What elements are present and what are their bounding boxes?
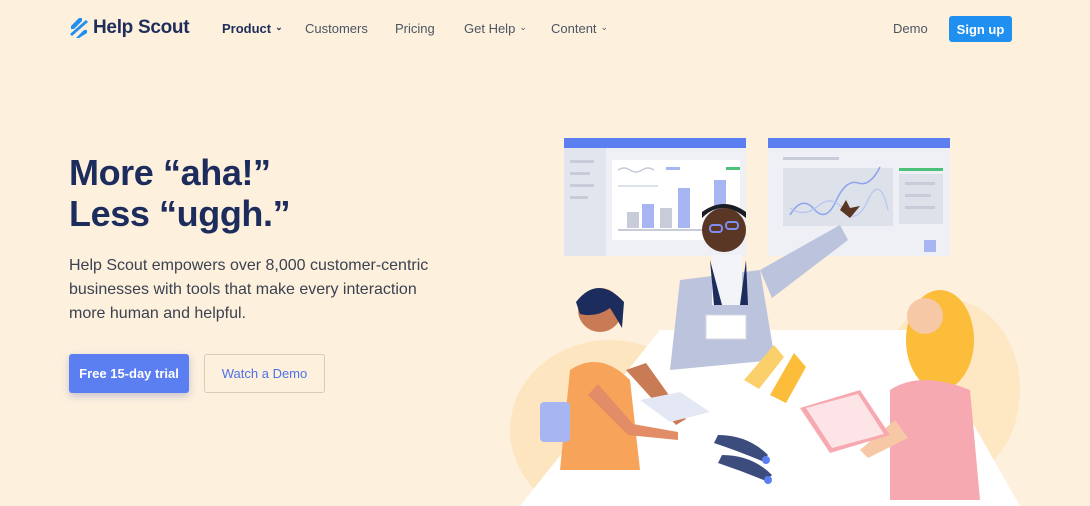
- hero-description: Help Scout empowers over 8,000 customer-…: [69, 257, 429, 322]
- nav-item-label: Content: [551, 21, 597, 36]
- hero-headline: More “aha!” Less “uggh.”: [69, 152, 291, 234]
- nav-item-label: Customers: [305, 21, 368, 36]
- headline-line-2: Less “uggh.”: [69, 193, 291, 234]
- dashboard-panel-right: [768, 138, 950, 256]
- headline-line-1: More “aha!”: [69, 152, 271, 193]
- free-trial-button[interactable]: Free 15-day trial: [69, 354, 189, 393]
- nav-item-product[interactable]: Product ⌄: [222, 21, 305, 36]
- team-meeting-illustration: [510, 138, 1020, 506]
- top-nav: Help Scout Product ⌄ Customers Pricing G…: [0, 0, 1090, 58]
- nav-item-pricing[interactable]: Pricing: [395, 21, 464, 36]
- chevron-down-icon: ⌄: [275, 22, 283, 32]
- logo-text: Help Scout: [93, 17, 190, 38]
- logo[interactable]: Help Scout: [69, 17, 190, 39]
- nav-item-label: Pricing: [395, 21, 435, 36]
- nav-menu: Product ⌄ Customers Pricing Get Help ⌄ C…: [222, 21, 608, 36]
- signup-button[interactable]: Sign up: [949, 16, 1012, 42]
- nav-item-label: Get Help: [464, 21, 516, 36]
- nav-item-content[interactable]: Content ⌄: [551, 21, 608, 36]
- helpscout-logo-icon: [70, 18, 88, 38]
- watch-demo-button[interactable]: Watch a Demo: [204, 354, 325, 393]
- demo-link[interactable]: Demo: [893, 21, 928, 36]
- nav-item-customers[interactable]: Customers: [305, 21, 395, 36]
- nav-item-label: Product: [222, 21, 272, 36]
- chevron-down-icon: ⌄: [519, 22, 527, 32]
- chevron-down-icon: ⌄: [600, 22, 609, 32]
- nav-item-get-help[interactable]: Get Help ⌄: [464, 21, 551, 36]
